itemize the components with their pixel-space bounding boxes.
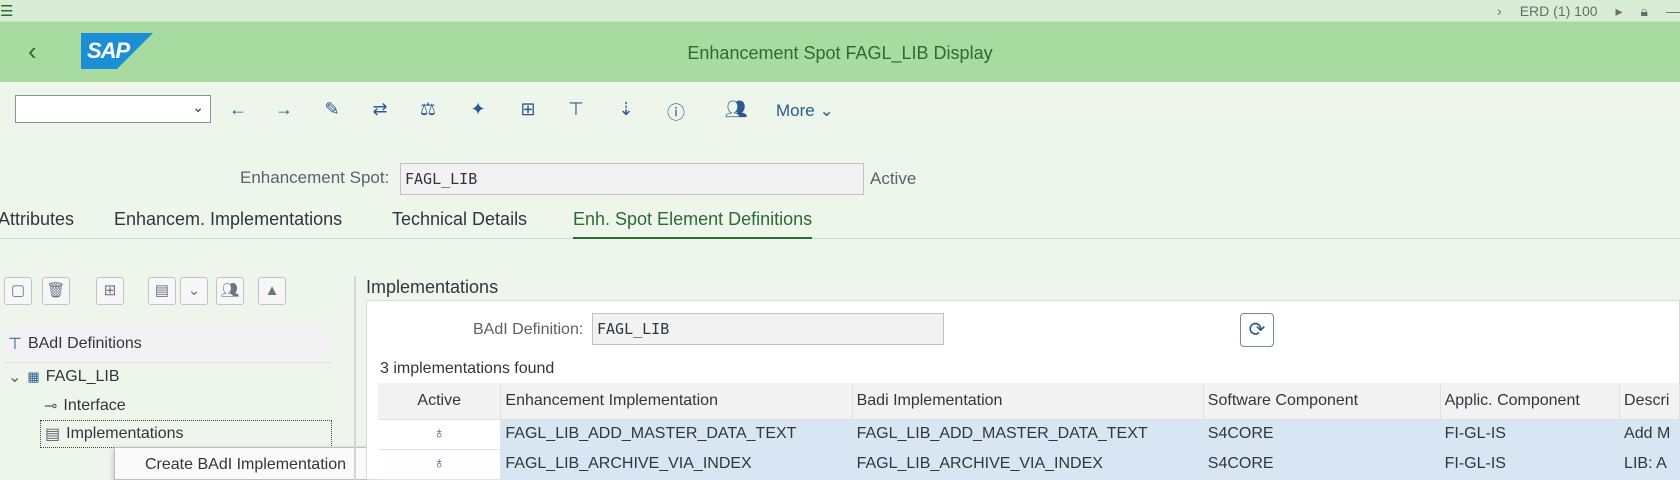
users-icon[interactable]: 👥︎ — [724, 99, 748, 120]
active-icon: ♁ — [378, 449, 502, 480]
arrow-right-icon[interactable]: → — [272, 99, 296, 120]
col-enhancement-implementation[interactable]: Enhancement Implementation — [500, 383, 853, 420]
badi-field[interactable]: FAGL_LIB — [592, 313, 944, 345]
implementations-table: Active Enhancement Implementation Badi I… — [378, 383, 1680, 480]
balance-icon[interactable]: ⚖ — [416, 99, 440, 120]
download-icon[interactable]: ⇣ — [614, 99, 638, 120]
col-active[interactable]: Active — [378, 383, 502, 420]
hierarchy-icon[interactable]: ⊤ — [564, 99, 588, 120]
create-badi-implementation-item[interactable]: Create BAdI Implementation — [145, 456, 346, 473]
implementations-title: Implementations — [366, 277, 499, 297]
col-description[interactable]: Descri — [1619, 383, 1680, 420]
edit-icon[interactable]: ✎ — [320, 99, 344, 120]
badi-icon: ▦ — [27, 369, 40, 384]
person-icon[interactable]: ▲ — [258, 277, 286, 305]
tab-enhancement-implementations[interactable]: Enhancem. Implementations — [114, 209, 342, 230]
minimize-icon[interactable]: — — [1666, 3, 1680, 19]
new-icon[interactable]: ▢ — [4, 277, 32, 305]
arrow-left-icon[interactable]: ← — [226, 99, 250, 120]
app-header: ‹ SAP Enhancement Spot FAGL_LIB Display — [0, 22, 1680, 82]
tab-technical-details[interactable]: Technical Details — [392, 209, 527, 230]
system-bar: ☰ › ERD (1) 100 ▸ 🔒︎ — — [0, 0, 1680, 22]
group-icon[interactable]: 👥︎ — [216, 277, 244, 305]
refresh-button[interactable]: ⟳ — [1240, 313, 1274, 347]
system-label: ERD (1) 100 — [1519, 3, 1598, 19]
tree-node-fagl-lib[interactable]: ⌄ ▦ FAGL_LIB — [8, 363, 336, 391]
found-count: 3 implementations found — [380, 360, 555, 377]
menu-icon[interactable]: ☰ — [0, 2, 13, 20]
col-badi-implementation[interactable]: Badi Implementation — [852, 383, 1204, 420]
tree-node-interface[interactable]: ⊸ Interface — [44, 392, 372, 420]
toolbar: ⌄ ← → ✎ ⇄ ⚖ ✦ ⊞ ⊤ ⇣ ⓘ 👥︎ More ⌄ — [0, 82, 1680, 140]
context-menu: Create BAdI Implementation — [114, 447, 404, 480]
hierarchy-icon: ⊤ — [8, 335, 22, 353]
chevron-right-icon[interactable]: › — [1497, 3, 1502, 19]
magic-wand-icon[interactable]: ✦ — [466, 99, 490, 120]
system-info: › ERD (1) 100 ▸ 🔒︎ — — [1479, 0, 1680, 22]
play-icon[interactable]: ▸ — [1616, 3, 1623, 20]
where-used-list-icon[interactable]: ⊞ — [96, 277, 124, 305]
chevron-down-icon[interactable]: ⌄ — [8, 367, 21, 387]
chevron-down-icon[interactable]: ⌄ — [180, 277, 208, 305]
tab-enh-spot-element-definitions[interactable]: Enh. Spot Element Definitions — [573, 209, 813, 239]
tree-header: ⊤ BAdI Definitions — [4, 325, 332, 363]
chevron-down-icon[interactable]: ⌄ — [192, 99, 204, 116]
interface-icon: ⊸ — [44, 398, 58, 415]
implementations-icon: ▤ — [45, 426, 61, 443]
refresh-icon: ⟳ — [1248, 319, 1266, 341]
table-row[interactable]: ♁ FAGL_LIB_ADD_MASTER_DATA_TEXT FAGL_LIB… — [378, 419, 1680, 450]
spot-field[interactable]: FAGL_LIB — [400, 163, 864, 195]
info-icon[interactable]: ⓘ — [664, 99, 688, 125]
tree-node-implementations[interactable]: ▤ Implementations — [40, 420, 332, 448]
spot-status: Active — [870, 169, 917, 188]
active-icon: ♁ — [378, 419, 502, 450]
spot-label: Enhancement Spot: — [240, 168, 390, 187]
page-title: Enhancement Spot FAGL_LIB Display — [687, 43, 993, 63]
splitter[interactable] — [354, 276, 356, 480]
delete-icon[interactable]: 🗑︎ — [42, 277, 70, 305]
command-field[interactable]: ⌄ — [15, 95, 211, 123]
col-applic-component[interactable]: Applic. Component — [1440, 383, 1621, 420]
create-icon[interactable]: ▤ — [148, 277, 176, 305]
badi-label: BAdI Definition: — [473, 321, 584, 338]
where-used-icon[interactable]: ⊞ — [516, 99, 540, 120]
switch-icon[interactable]: ⇄ — [368, 99, 392, 120]
table-row[interactable]: ♁ FAGL_LIB_ARCHIVE_VIA_INDEX FAGL_LIB_AR… — [378, 449, 1680, 480]
col-software-component[interactable]: Software Component — [1203, 383, 1441, 420]
more-button[interactable]: More ⌄ — [776, 101, 834, 121]
tab-strip: Attributes Enhancem. Implementations Tec… — [0, 205, 1680, 239]
lock-icon[interactable]: 🔒︎ — [1641, 3, 1648, 20]
tab-attributes[interactable]: Attributes — [0, 209, 74, 230]
